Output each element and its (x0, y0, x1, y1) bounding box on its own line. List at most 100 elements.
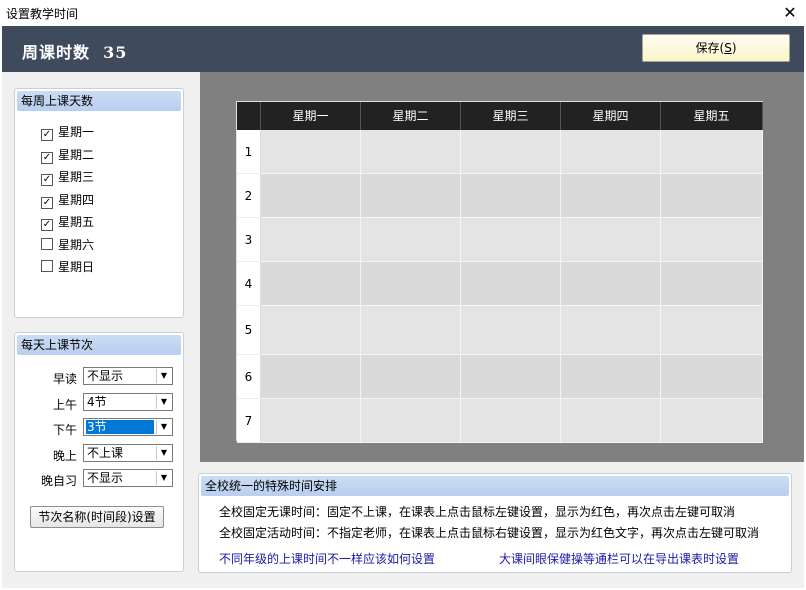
grade-time-help-link[interactable]: 不同年级的上课时间不一样应该如何设置 (219, 550, 435, 567)
timetable-cell[interactable] (261, 218, 361, 262)
period-select-row: 上午 4节 ▼ (15, 392, 185, 413)
weekly-hours-label: 周课时数 (22, 43, 91, 62)
close-icon[interactable]: ✕ (774, 0, 806, 26)
checked-checkbox-icon[interactable]: ✓ (41, 219, 53, 231)
timetable-cell[interactable] (661, 130, 763, 174)
period-row-label: 7 (237, 399, 261, 443)
fixed-no-class-note: 全校固定无课时间：固定不上课，在课表上点击鼠标左键设置，显示为红色，再次点击左键… (219, 505, 736, 519)
period-count-select[interactable]: 4节 ▼ (83, 392, 173, 411)
period-select-row: 下午 3节 ▼ (15, 418, 185, 438)
timetable-cell[interactable] (561, 306, 661, 355)
timetable-cell[interactable] (461, 262, 561, 306)
timetable-cell[interactable] (561, 174, 661, 218)
timetable-cell[interactable] (461, 218, 561, 262)
timetable-cell[interactable] (461, 399, 561, 443)
day-checkbox-row[interactable]: ✓ 星期一 (41, 123, 94, 141)
chevron-down-icon[interactable]: ▼ (156, 471, 171, 485)
chevron-down-icon[interactable]: ▼ (156, 420, 171, 434)
period-label: 早读 (52, 372, 77, 386)
timetable-cell[interactable] (661, 306, 763, 355)
chevron-down-icon[interactable]: ▼ (156, 369, 171, 383)
weekday-column-header: 星期二 (361, 102, 461, 130)
period-count-select[interactable]: 3节 ▼ (83, 418, 173, 436)
select-value: 4节 (87, 394, 107, 409)
period-count-select[interactable]: 不显示 ▼ (83, 367, 173, 385)
timetable-cell[interactable] (661, 218, 763, 262)
timetable-cell[interactable] (361, 399, 461, 443)
timetable-cell[interactable] (261, 130, 361, 174)
break-export-help-link[interactable]: 大课间眼保健操等通栏可以在导出课表时设置 (499, 550, 739, 567)
timetable-cell[interactable] (361, 130, 461, 174)
chevron-down-icon[interactable]: ▼ (156, 445, 171, 460)
timetable-cell[interactable] (261, 262, 361, 306)
weekday-column-header: 星期三 (461, 102, 561, 130)
day-checkbox-row[interactable]: ✓ 星期四 (41, 191, 94, 209)
header-bar: 周课时数 35 保存(S) (2, 26, 804, 72)
timetable-corner (237, 102, 261, 130)
timetable-cell[interactable] (461, 306, 561, 355)
period-name-settings-button[interactable]: 节次名称(时间段)设置 (30, 506, 164, 528)
days-panel-title: 每周上课天数 (17, 91, 181, 111)
period-count-select[interactable]: 不上课 ▼ (83, 443, 173, 462)
day-label: 星期二 (58, 147, 95, 162)
days-per-week-panel: 每周上课天数 ✓ 星期一 ✓ 星期二 ✓ 星期三 ✓ 星期四 ✓ 星期五星期六星期日 (14, 88, 184, 318)
checked-checkbox-icon[interactable]: ✓ (41, 129, 53, 141)
timetable-cell[interactable] (661, 399, 763, 443)
timetable-cell[interactable] (361, 355, 461, 399)
unchecked-checkbox-icon[interactable] (41, 237, 53, 250)
timetable-cell[interactable] (661, 174, 763, 218)
period-row-label: 5 (237, 306, 261, 355)
weekly-hours-value: 35 (103, 43, 128, 62)
day-label: 星期六 (58, 237, 95, 252)
weekday-column-header: 星期五 (661, 102, 763, 130)
timetable-cell[interactable] (461, 355, 561, 399)
period-select-row: 晚自习 不显示 ▼ (15, 469, 185, 489)
timetable-grid: 星期一 星期二 星期三 星期四 星期五 1 2 3 4 5 6 7 (236, 101, 763, 443)
timetable-cell[interactable] (561, 130, 661, 174)
save-button-label: 保存(S) (695, 41, 737, 55)
timetable-cell[interactable] (661, 355, 763, 399)
timetable-cell[interactable] (661, 262, 763, 306)
weekday-column-header: 星期四 (561, 102, 661, 130)
period-row-label: 1 (237, 130, 261, 174)
checked-checkbox-icon[interactable]: ✓ (41, 151, 53, 164)
select-value: 3节 (86, 420, 154, 434)
timetable-cell[interactable] (361, 174, 461, 218)
timetable-cell[interactable] (261, 399, 361, 443)
day-checkbox-row[interactable]: ✓ 星期二 (41, 146, 94, 164)
periods-panel-title: 每天上课节次 (17, 335, 181, 355)
period-select-row: 早读 不显示 ▼ (15, 367, 185, 387)
timetable-cell[interactable] (261, 174, 361, 218)
period-count-select[interactable]: 不显示 ▼ (83, 469, 173, 487)
day-checkbox-row[interactable]: 星期日 (41, 258, 94, 276)
timetable-cell[interactable] (461, 130, 561, 174)
periods-per-day-panel: 每天上课节次 早读 不显示 ▼ 上午 4节 ▼ 下午 3节 ▼ 晚上 不上课 ▼ 晚自习 不显示 ▼ (14, 332, 184, 572)
timetable-cell[interactable] (561, 262, 661, 306)
save-button[interactable]: 保存(S) (642, 34, 790, 62)
timetable-cell[interactable] (561, 399, 661, 443)
day-checkbox-row[interactable]: ✓ 星期三 (41, 168, 94, 186)
select-value: 不上课 (87, 445, 124, 460)
timetable-cell[interactable] (561, 355, 661, 399)
timetable-cell[interactable] (361, 262, 461, 306)
day-checkbox-row[interactable]: ✓ 星期五 (41, 213, 94, 231)
timetable-cell[interactable] (561, 218, 661, 262)
timetable-cell[interactable] (261, 355, 361, 399)
timetable-cell[interactable] (461, 174, 561, 218)
checked-checkbox-icon[interactable]: ✓ (41, 196, 53, 209)
period-row-label: 2 (237, 174, 261, 218)
timetable-cell[interactable] (261, 306, 361, 355)
chevron-down-icon[interactable]: ▼ (156, 394, 171, 409)
timetable-cell[interactable] (361, 218, 461, 262)
timetable-cell[interactable] (361, 306, 461, 355)
title-bar: 设置教学时间 ✕ (0, 0, 806, 26)
weekly-hours: 周课时数 35 (22, 39, 127, 63)
day-label: 星期一 (58, 125, 95, 139)
unchecked-checkbox-icon[interactable] (41, 260, 53, 272)
select-value: 不显示 (87, 369, 124, 383)
fixed-activity-note: 全校固定活动时间：不指定老师，在课表上点击鼠标右键设置，显示为红色文字，再次点击… (219, 526, 760, 540)
period-label: 下午 (52, 423, 77, 437)
checked-checkbox-icon[interactable]: ✓ (41, 174, 53, 186)
day-checkbox-row[interactable]: 星期六 (41, 236, 94, 254)
period-label: 晚上 (52, 448, 77, 463)
